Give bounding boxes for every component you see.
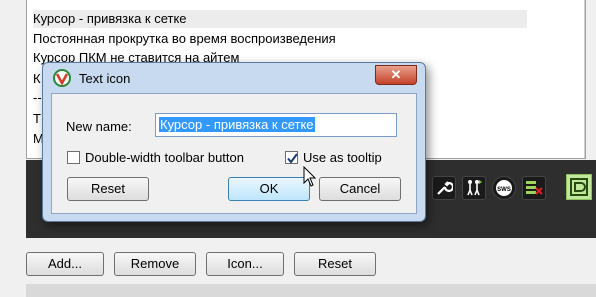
sws-label: SWS: [497, 187, 511, 193]
use-as-tooltip-checkbox[interactable]: [285, 151, 298, 164]
dialog-reset-button[interactable]: Reset: [67, 177, 149, 201]
add-button[interactable]: Add...: [26, 252, 104, 276]
new-name-value: Курсор - привязка к сетке: [159, 117, 315, 132]
new-name-label: New name:: [66, 119, 132, 134]
remove-button[interactable]: Remove: [114, 252, 196, 276]
reaper-logo-icon: [53, 69, 71, 87]
walkers-icon[interactable]: [462, 176, 486, 200]
ok-button[interactable]: OK: [228, 177, 310, 201]
text-icon-dialog: Text icon ✕ New name: Курсор - привязка …: [42, 62, 426, 222]
checkmark-icon: [287, 153, 298, 164]
list-divider: [584, 0, 585, 158]
close-icon: ✕: [390, 67, 402, 82]
sws-icon[interactable]: SWS: [492, 176, 516, 200]
tracks-delete-icon[interactable]: [522, 176, 546, 200]
close-button[interactable]: ✕: [375, 65, 417, 85]
dialog-body: New name: Курсор - привязка к сетке Doub…: [51, 93, 417, 214]
icon-button[interactable]: Icon...: [206, 252, 284, 276]
double-width-checkbox[interactable]: [67, 151, 80, 164]
dialog-title: Text icon: [79, 71, 131, 86]
list-item[interactable]: --: [33, 89, 42, 107]
dialog-titlebar[interactable]: Text icon ✕: [43, 63, 425, 93]
list-item[interactable]: Постоянная прокрутка во время воспроизве…: [33, 30, 336, 48]
use-as-tooltip-label: Use as tooltip: [303, 150, 382, 165]
snap-icon[interactable]: [566, 174, 592, 200]
status-strip: [26, 284, 596, 297]
cancel-button[interactable]: Cancel: [319, 177, 401, 201]
wrench-icon[interactable]: [432, 176, 456, 200]
list-item[interactable]: Курсор - привязка к сетке: [33, 10, 527, 28]
list-item[interactable]: Т: [33, 110, 41, 128]
double-width-label: Double-width toolbar button: [85, 150, 244, 165]
mouse-cursor-icon: [303, 166, 317, 187]
list-item[interactable]: К: [33, 70, 41, 88]
reset-button[interactable]: Reset: [294, 252, 376, 276]
new-name-input[interactable]: Курсор - привязка к сетке: [155, 113, 397, 137]
